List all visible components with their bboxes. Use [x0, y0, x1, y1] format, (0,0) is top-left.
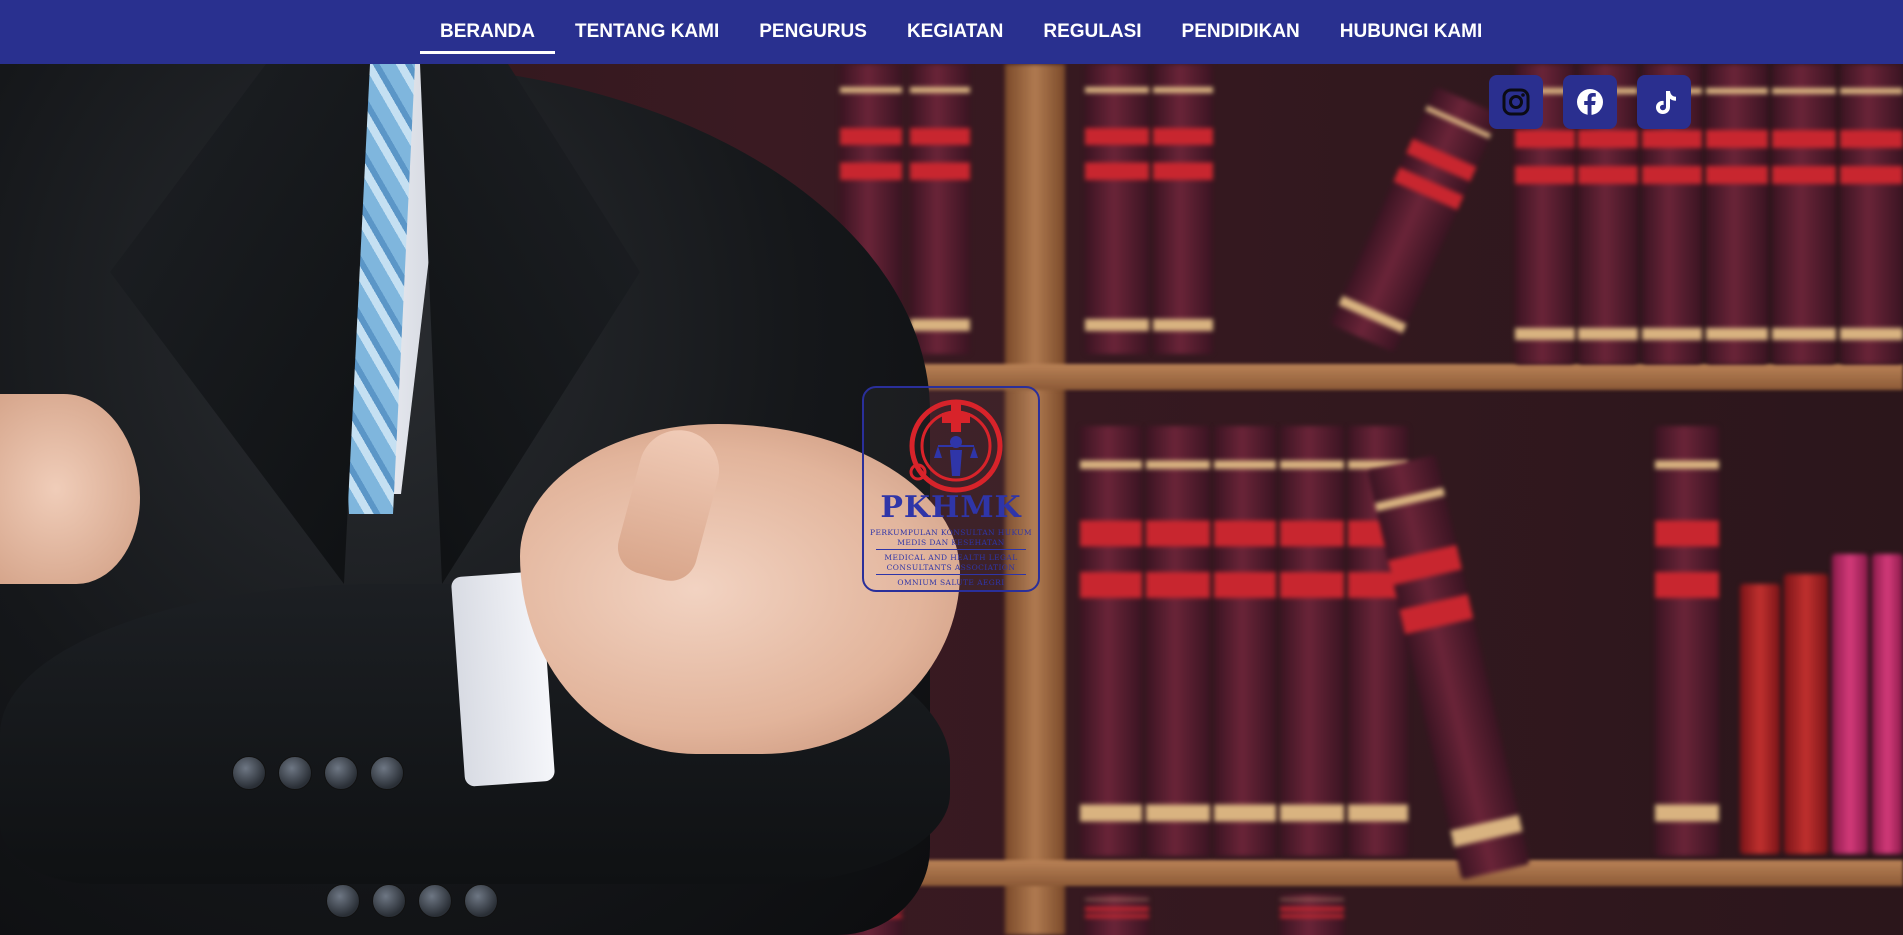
caduceus-emblem-icon: [909, 399, 1003, 493]
tiktok-button[interactable]: [1637, 75, 1691, 129]
book: [1832, 554, 1868, 854]
logo-motto: OMNIUM SALUTE AEGRI: [897, 578, 1005, 587]
nav-item-tentang-kami[interactable]: TENTANG KAMI: [555, 0, 739, 64]
facebook-icon: [1577, 89, 1603, 115]
logo-divider: [876, 549, 1026, 550]
book: [1330, 86, 1500, 353]
logo-tagline: MEDIS DAN KESEHATAN: [897, 538, 1005, 547]
nav-item-pengurus[interactable]: PENGURUS: [739, 0, 887, 64]
nav-item-kegiatan[interactable]: KEGIATAN: [887, 0, 1023, 64]
tiktok-icon: [1656, 91, 1676, 114]
sleeve-buttons: [232, 756, 404, 790]
logo-divider: [876, 574, 1026, 575]
nav-item-pendidikan[interactable]: PENDIDIKAN: [1162, 0, 1320, 64]
logo-tagline: PERKUMPULAN KONSULTAN HUKUM: [870, 528, 1032, 537]
book: [1872, 554, 1903, 854]
book: [1280, 426, 1344, 856]
book: [1214, 426, 1276, 856]
instagram-button[interactable]: [1489, 75, 1543, 129]
book: [1080, 426, 1142, 856]
main-nav: BERANDA TENTANG KAMI PENGURUS KEGIATAN R…: [420, 0, 1502, 64]
book: [1280, 894, 1344, 935]
instagram-icon: [1502, 88, 1530, 116]
pkhmk-logo: PKHMK PERKUMPULAN KONSULTAN HUKUM MEDIS …: [862, 386, 1040, 592]
book: [1840, 64, 1903, 364]
social-links: [1489, 75, 1691, 129]
book: [1772, 64, 1836, 364]
businessman-figure: [0, 64, 960, 935]
book: [1784, 574, 1828, 854]
book: [1740, 584, 1780, 854]
book: [1146, 426, 1210, 856]
sleeve-buttons: [326, 884, 498, 918]
nav-item-beranda[interactable]: BERANDA: [420, 0, 555, 64]
book: [1655, 426, 1719, 856]
logo-tagline: CONSULTANTS ASSOCIATION: [886, 563, 1016, 572]
facebook-button[interactable]: [1563, 75, 1617, 129]
book: [1706, 64, 1768, 364]
book: [1085, 64, 1149, 354]
logo-title: PKHMK: [880, 490, 1022, 525]
book: [1085, 894, 1149, 935]
top-navbar: BERANDA TENTANG KAMI PENGURUS KEGIATAN R…: [0, 0, 1903, 64]
book: [1153, 64, 1213, 354]
logo-tagline: MEDICAL AND HEALTH LEGAL: [884, 553, 1018, 562]
nav-item-regulasi[interactable]: REGULASI: [1023, 0, 1161, 64]
nav-item-hubungi-kami[interactable]: HUBUNGI KAMI: [1320, 0, 1503, 64]
